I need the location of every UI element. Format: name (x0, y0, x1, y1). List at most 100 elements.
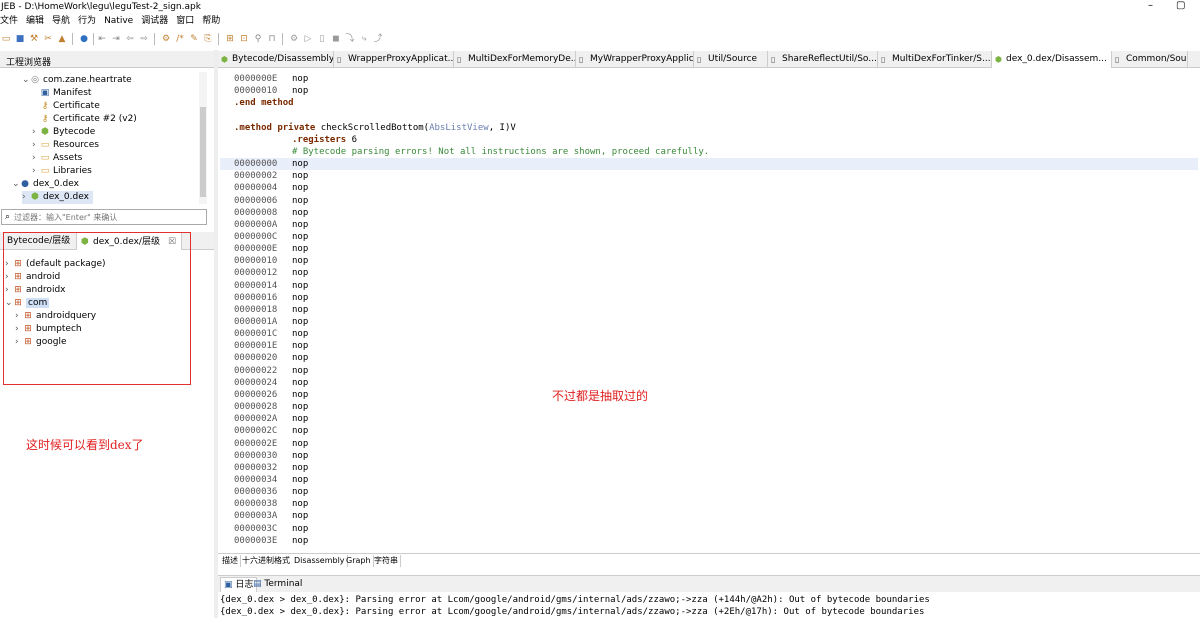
xref-icon[interactable]: ⊡ (238, 33, 250, 45)
comment-icon[interactable]: /* (174, 33, 186, 45)
open-icon[interactable]: ▭ (0, 33, 12, 45)
toolbar-separator (154, 33, 155, 45)
code-address: 00000010 (234, 256, 278, 267)
menu-native[interactable]: Native (104, 14, 133, 28)
tree-item-dex-selected[interactable]: › ⬢ dex_0.dex (22, 191, 93, 204)
menu-navigate[interactable]: 导航 (52, 14, 70, 28)
graph-icon[interactable]: ⚲ (252, 33, 264, 45)
code-line: 0000000E nop (234, 73, 308, 85)
debug-icon[interactable]: ⚙ (288, 33, 300, 45)
editor-tab[interactable]: ▯ ShareReflectUtil/So... (768, 51, 878, 68)
scrollbar-thumb[interactable] (200, 107, 206, 197)
step-into-icon[interactable]: ⤵ (344, 33, 356, 45)
console-tabs: ▣ 日志 ▤ Terminal (218, 575, 1200, 592)
tab-terminal[interactable]: ▤ Terminal (250, 577, 305, 592)
code-line: 0000001E nop (234, 340, 308, 352)
tree-item-certificate-2[interactable]: ⚷ Certificate #2 (v2) (40, 113, 137, 126)
editor-tab[interactable]: ▯ MultiDexForMemoryDe... (454, 51, 576, 68)
code-instruction: nop (292, 207, 309, 218)
code-address: 00000028 (234, 402, 278, 413)
bookmark-icon[interactable]: ⊓ (266, 33, 278, 45)
step-right-icon[interactable]: ⇥ (110, 33, 122, 45)
step-left-icon[interactable]: ⇤ (96, 33, 108, 45)
code-instruction: nop (292, 159, 309, 170)
view-tab[interactable]: 字符串 (372, 555, 401, 567)
view-tab[interactable]: Disassembly (292, 555, 348, 567)
tree-item-certificate[interactable]: ⚷ Certificate (40, 100, 100, 113)
editor-tab-label: MultiDexForMemoryDe... (468, 54, 576, 64)
code-address: 00000002 (234, 171, 278, 182)
menu-debugger[interactable]: 调试器 (141, 14, 168, 28)
toolbar-separator (72, 33, 73, 45)
save-icon[interactable]: ■ (14, 33, 26, 45)
run-icon[interactable]: ▷ (302, 33, 314, 45)
code-address: 0000001C (234, 329, 278, 340)
menu-file[interactable]: 文件 (0, 14, 18, 28)
java-file-icon: ▯ (881, 55, 886, 64)
pause-icon[interactable]: ▯ (316, 33, 328, 45)
tree-item-assets[interactable]: › ▭ Assets (32, 152, 82, 165)
code-line: 00000018 nop (234, 304, 308, 316)
view-tab[interactable]: 描述 (220, 555, 241, 567)
editor-tab[interactable]: ▯ Util/Source (694, 51, 768, 68)
tree-item-libraries[interactable]: › ▭ Libraries (32, 165, 92, 178)
decompile-icon[interactable]: ⚙ (160, 33, 172, 45)
code-line: 00000034 nop (234, 474, 308, 486)
editor-tab-label: MyWrapperProxyApplic... (590, 54, 694, 64)
editor-tab[interactable]: ⬢dex_0.dex/Disassem...☒ (992, 51, 1112, 68)
step-over-icon[interactable]: ⤷ (358, 33, 370, 45)
menu-edit[interactable]: 编辑 (26, 14, 44, 28)
code-instruction: nop (292, 74, 309, 84)
menu-window[interactable]: 窗口 (176, 14, 194, 28)
forward-icon[interactable]: ⇨ (138, 33, 150, 45)
code-instruction: nop (292, 244, 309, 255)
console-output[interactable]: {dex_0.dex > dex_0.dex}: Parsing error a… (220, 594, 1198, 618)
code-instruction: nop (292, 402, 309, 413)
code-instruction: nop (292, 231, 309, 242)
bell-icon[interactable]: ▲ (56, 33, 68, 45)
annotation-right: 不过都是抽取过的 (552, 389, 649, 403)
code-address: 00000034 (234, 474, 278, 485)
tree-item-dex-root[interactable]: ⌄ ● dex_0.dex (12, 178, 79, 191)
editor-tab[interactable]: ▯ MyWrapperProxyApplic... (576, 51, 694, 68)
filter-input[interactable] (14, 211, 204, 223)
disassembly-view[interactable]: 0000000E nop 00000010 nop .end method .method… (220, 70, 1198, 550)
tree-item-manifest[interactable]: ▣ Manifest (40, 87, 92, 100)
method-name: checkScrolledBottom( (315, 122, 430, 133)
editor-tab[interactable]: ⬢ Bytecode/Disassembly (218, 51, 334, 68)
globe-icon[interactable]: ● (78, 33, 90, 45)
view-tab[interactable]: 十六进制格式 (240, 555, 293, 567)
menu-action[interactable]: 行为 (78, 14, 96, 28)
code-line: .registers 6 (292, 134, 357, 146)
editor-tab[interactable]: ▯ Common/Source (1112, 51, 1188, 68)
project-explorer-tab[interactable]: 工程浏览器 (0, 51, 214, 68)
project-tree-scrollbar[interactable] (199, 72, 207, 204)
rename-icon[interactable]: ⎘ (202, 33, 214, 45)
view-tab[interactable]: Graph (344, 555, 374, 567)
step-out-icon[interactable]: ⤴ (372, 33, 384, 45)
tree-item-package[interactable]: ⌄ ◎ com.zane.heartrate (22, 74, 132, 87)
code-line: .method private checkScrolledBottom(AbsL… (234, 122, 516, 134)
key-icon: ⚷ (41, 101, 49, 111)
annotation-left: 这时候可以看到dex了 (26, 438, 144, 452)
tree-item-bytecode[interactable]: › ⬢ Bytecode (32, 126, 95, 139)
stop-icon[interactable]: ◼ (330, 33, 342, 45)
code-address: 0000003A (234, 511, 278, 522)
menu-help[interactable]: 帮助 (202, 14, 220, 28)
code-address: 0000002C (234, 426, 278, 437)
pane-divider[interactable] (214, 50, 218, 618)
wrench-icon[interactable]: ⚒ (28, 33, 40, 45)
code-line: 00000038 nop (234, 498, 308, 510)
back-icon[interactable]: ⇦ (124, 33, 136, 45)
pencil-icon[interactable]: ✎ (188, 33, 200, 45)
code-instruction: nop (292, 256, 309, 267)
editor-tab[interactable]: ▯ WrapperProxyApplicat... (334, 51, 454, 68)
code-line: 00000030 nop (234, 450, 308, 462)
hierarchy-icon[interactable]: ⊞ (224, 33, 236, 45)
restore-button[interactable]: ▢ (1176, 0, 1185, 11)
java-file-icon: ▯ (457, 55, 462, 64)
minimize-button[interactable]: – (1148, 0, 1153, 11)
tree-item-resources[interactable]: › ▭ Resources (32, 139, 99, 152)
cut-icon[interactable]: ✂ (42, 33, 54, 45)
editor-tab[interactable]: ▯ MultiDexForTinker/S... (878, 51, 992, 68)
